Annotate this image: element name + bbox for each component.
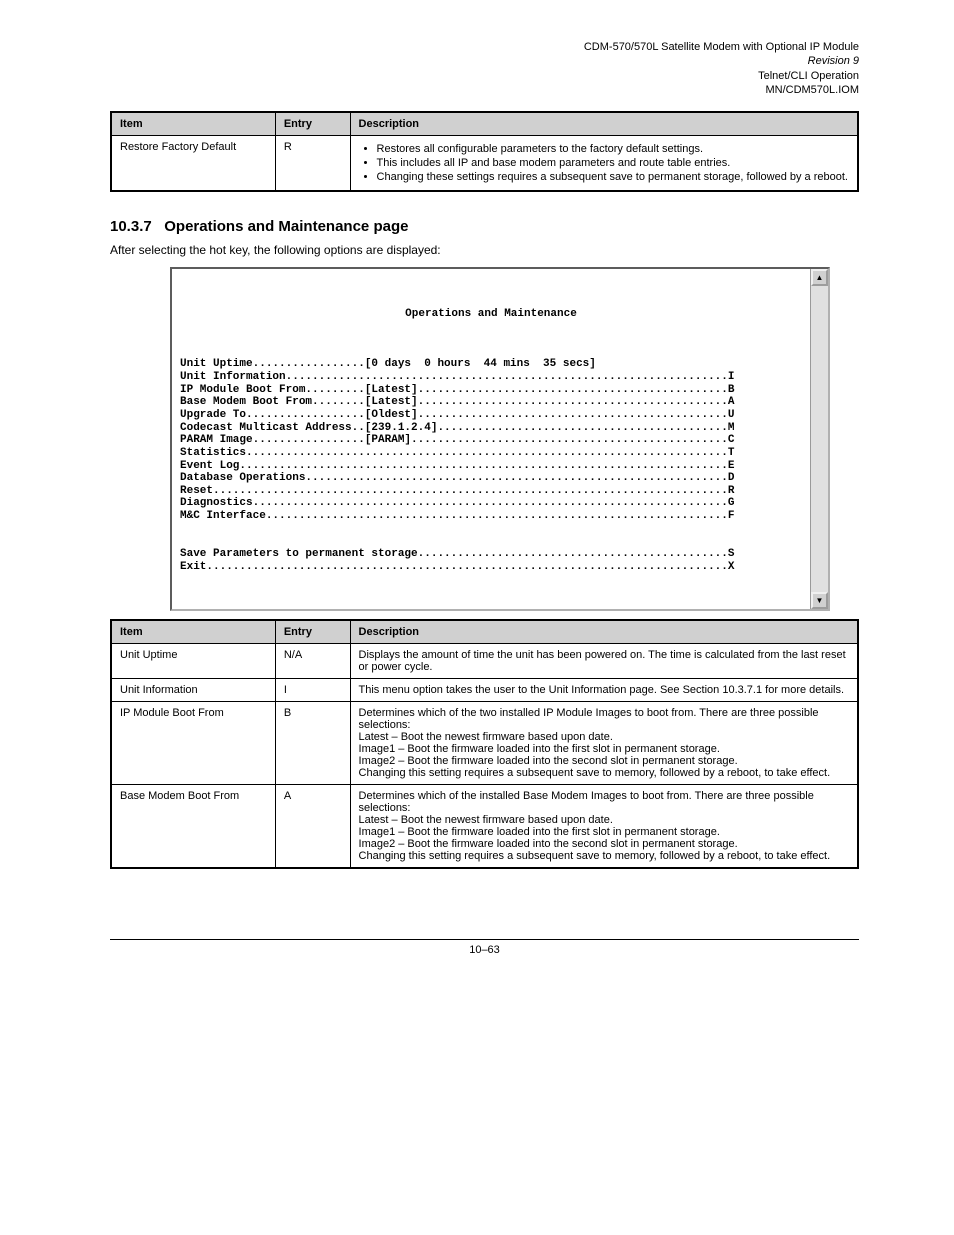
terminal-line bbox=[180, 535, 802, 548]
cell-description: Determines which of the two installed IP… bbox=[350, 701, 858, 784]
terminal-line: Unit Information........................… bbox=[180, 371, 802, 384]
section-number: 10.3.7 bbox=[110, 218, 152, 235]
terminal-window: Operations and Maintenance Unit Uptime..… bbox=[170, 267, 830, 610]
terminal-line bbox=[180, 523, 802, 536]
cell-entry: A bbox=[275, 784, 350, 868]
cell-entry: R bbox=[275, 136, 350, 192]
bullet: Restores all configurable parameters to … bbox=[377, 143, 849, 155]
terminal-line: Event Log...............................… bbox=[180, 460, 802, 473]
terminal-line: Base Modem Boot From........[Latest]....… bbox=[180, 396, 802, 409]
terminal-line: Save Parameters to permanent storage....… bbox=[180, 548, 802, 561]
terminal-line: Upgrade To..................[Oldest]....… bbox=[180, 409, 802, 422]
header-doc: MN/CDM570L.IOM bbox=[110, 83, 859, 97]
terminal-line: PARAM Image.................[PARAM].....… bbox=[180, 434, 802, 447]
header-product: CDM-570/570L Satellite Modem with Option… bbox=[110, 40, 859, 54]
page-header: CDM-570/570L Satellite Modem with Option… bbox=[110, 40, 859, 97]
terminal-line: Diagnostics.............................… bbox=[180, 497, 802, 510]
cell-item: Unit Uptime bbox=[111, 643, 275, 678]
terminal-line: Database Operations.....................… bbox=[180, 472, 802, 485]
terminal-line: Unit Uptime.................[0 days 0 ho… bbox=[180, 358, 802, 371]
page-footer: 10–63 bbox=[110, 939, 859, 956]
terminal-title: Operations and Maintenance bbox=[180, 308, 802, 321]
ops-maintenance-table: Item Entry Description Unit UptimeN/ADis… bbox=[110, 619, 859, 869]
table-row: IP Module Boot FromBDetermines which of … bbox=[111, 701, 858, 784]
table-row: Unit InformationIThis menu option takes … bbox=[111, 678, 858, 701]
cell-item: IP Module Boot From bbox=[111, 701, 275, 784]
terminal-line: Statistics..............................… bbox=[180, 447, 802, 460]
cell-entry: I bbox=[275, 678, 350, 701]
col-header-entry: Entry bbox=[275, 620, 350, 644]
cell-description: Restores all configurable parameters to … bbox=[350, 136, 858, 192]
restore-factory-table: Item Entry Description Restore Factory D… bbox=[110, 111, 859, 192]
cell-item: Unit Information bbox=[111, 678, 275, 701]
terminal-line: Exit....................................… bbox=[180, 561, 802, 574]
header-revision: Revision 9 bbox=[110, 54, 859, 68]
bullet: Changing these settings requires a subse… bbox=[377, 171, 849, 183]
scroll-track[interactable] bbox=[811, 286, 828, 591]
scrollbar[interactable]: ▲ ▼ bbox=[810, 269, 828, 608]
page-number: 10–63 bbox=[469, 944, 500, 956]
terminal-content: Operations and Maintenance Unit Uptime..… bbox=[172, 269, 810, 608]
terminal-line: Reset...................................… bbox=[180, 485, 802, 498]
terminal-line: Codecast Multicast Address..[239.1.2.4].… bbox=[180, 422, 802, 435]
col-header-item: Item bbox=[111, 620, 275, 644]
cell-item: Restore Factory Default bbox=[111, 136, 275, 192]
cell-description: This menu option takes the user to the U… bbox=[350, 678, 858, 701]
col-header-description: Description bbox=[350, 620, 858, 644]
scroll-up-button[interactable]: ▲ bbox=[811, 269, 828, 286]
cell-entry: B bbox=[275, 701, 350, 784]
col-header-item: Item bbox=[111, 112, 275, 136]
cell-entry: N/A bbox=[275, 643, 350, 678]
table-row: Base Modem Boot FromADetermines which of… bbox=[111, 784, 858, 868]
section-title: Operations and Maintenance page bbox=[164, 218, 408, 235]
scroll-down-button[interactable]: ▼ bbox=[811, 592, 828, 609]
bullet: This includes all IP and base modem para… bbox=[377, 157, 849, 169]
cell-description: Displays the amount of time the unit has… bbox=[350, 643, 858, 678]
col-header-entry: Entry bbox=[275, 112, 350, 136]
table-row: Unit UptimeN/ADisplays the amount of tim… bbox=[111, 643, 858, 678]
cell-item: Base Modem Boot From bbox=[111, 784, 275, 868]
section-heading: 10.3.7 Operations and Maintenance page bbox=[110, 218, 859, 235]
table-row: Restore Factory Default R Restores all c… bbox=[111, 136, 858, 192]
terminal-line: IP Module Boot From.........[Latest]....… bbox=[180, 384, 802, 397]
terminal-line: M&C Interface...........................… bbox=[180, 510, 802, 523]
cell-description: Determines which of the installed Base M… bbox=[350, 784, 858, 868]
intro-text: After selecting the hot key, the followi… bbox=[110, 243, 859, 257]
col-header-description: Description bbox=[350, 112, 858, 136]
header-section: Telnet/CLI Operation bbox=[110, 69, 859, 83]
